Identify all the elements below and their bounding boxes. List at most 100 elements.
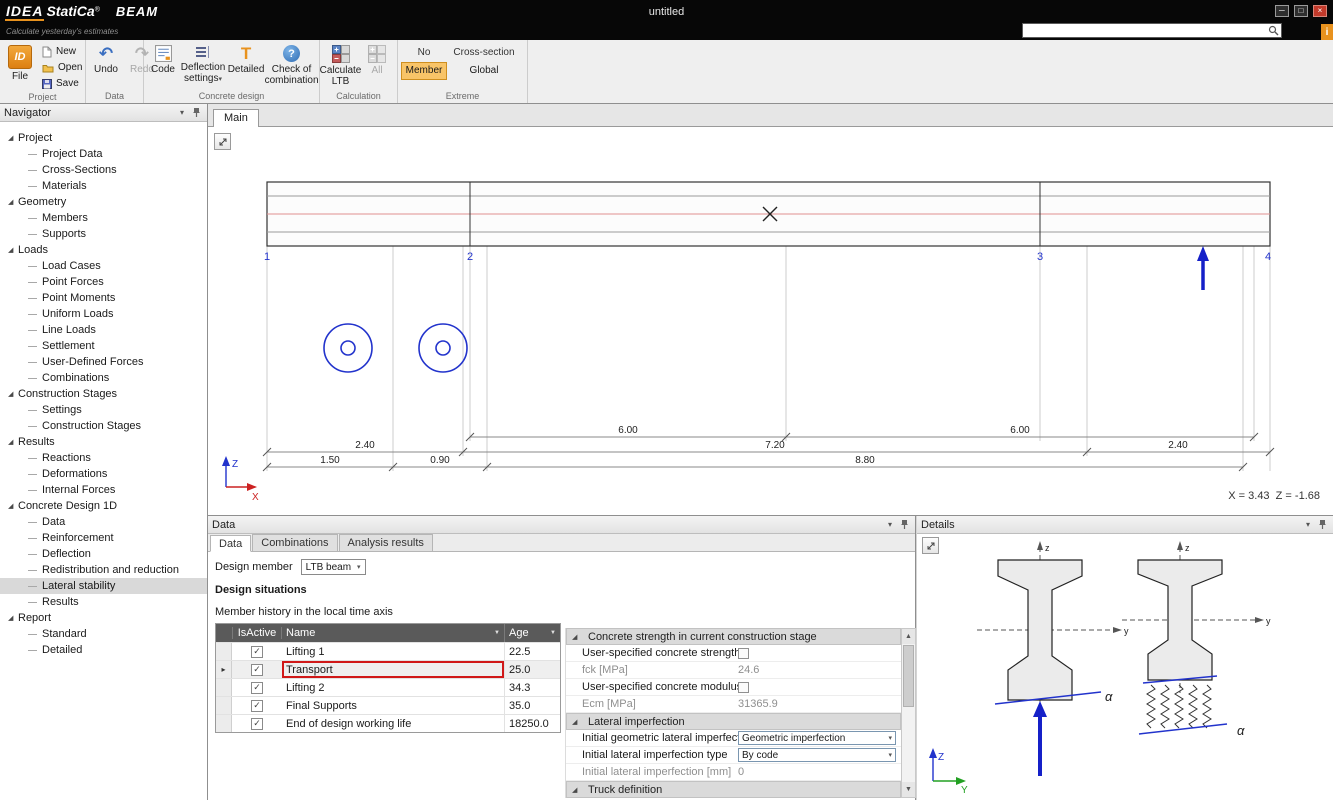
isactive-cell[interactable]: ✓ — [232, 718, 282, 730]
navigator-item-lateral-stability[interactable]: Lateral stability — [0, 578, 207, 594]
checkbox-checked[interactable]: ✓ — [251, 682, 263, 694]
navigator-item-detailed[interactable]: Detailed — [0, 642, 207, 658]
table-row[interactable]: ✓ Lifting 1 22.5 — [216, 642, 560, 660]
extreme-global-button[interactable]: Global — [451, 62, 517, 80]
tree-expand-icon[interactable]: ◢ — [8, 502, 18, 510]
name-cell-highlighted[interactable]: Transport — [282, 661, 504, 678]
row-selector[interactable] — [216, 643, 232, 660]
scrollbar-thumb[interactable] — [903, 645, 914, 707]
fit-view-button[interactable] — [214, 133, 231, 150]
section-expand-icon[interactable]: ◢ — [572, 786, 582, 794]
isactive-cell[interactable]: ✓ — [232, 664, 282, 676]
tab-data[interactable]: Data — [210, 535, 251, 552]
table-row-selected[interactable]: ▸ ✓ Transport 25.0 — [216, 660, 560, 678]
isactive-cell[interactable]: ✓ — [232, 682, 282, 694]
section-concrete-strength[interactable]: ◢Concrete strength in current constructi… — [566, 628, 901, 645]
navigator-section-concrete-design-1d[interactable]: ◢Concrete Design 1D — [0, 498, 207, 514]
navigator-item-user-defined-forces[interactable]: User-Defined Forces — [0, 354, 207, 370]
panel-menu-icon[interactable]: ▾ — [883, 518, 897, 532]
age-cell[interactable]: 34.3 — [504, 679, 560, 696]
geometric-imperfection-select[interactable]: Geometric imperfection▾ — [738, 731, 896, 745]
navigator-item-members[interactable]: Members — [0, 210, 207, 226]
info-button[interactable]: i — [1321, 24, 1333, 41]
col-isactive[interactable]: IsActive — [232, 627, 282, 639]
property-grid-scrollbar[interactable]: ▲ ▼ — [901, 628, 916, 798]
table-row[interactable]: ✓ End of design working life 18250.0 — [216, 714, 560, 732]
search-input[interactable] — [1023, 24, 1266, 37]
isactive-cell[interactable]: ✓ — [232, 700, 282, 712]
code-button[interactable]: Code — [147, 43, 179, 77]
age-cell[interactable]: 25.0 — [504, 661, 560, 678]
table-row[interactable]: ✓ Final Supports 35.0 — [216, 696, 560, 714]
tree-expand-icon[interactable]: ◢ — [8, 134, 18, 142]
navigator-section-construction-stages[interactable]: ◢Construction Stages — [0, 386, 207, 402]
beam-elevation-canvas[interactable]: 1 2 3 4 6.00 6.00 — [208, 127, 1333, 516]
tree-expand-icon[interactable]: ◢ — [8, 438, 18, 446]
section-expand-icon[interactable]: ◢ — [572, 718, 582, 726]
pin-icon[interactable] — [189, 106, 203, 120]
tab-combinations[interactable]: Combinations — [252, 534, 337, 551]
filter-icon[interactable]: ▼ — [550, 630, 556, 636]
checkbox-checked[interactable]: ✓ — [251, 700, 263, 712]
calculate-ltb-button[interactable]: Calculate LTB — [323, 43, 358, 89]
section-expand-icon[interactable]: ◢ — [572, 633, 582, 641]
navigator-item-materials[interactable]: Materials — [0, 178, 207, 194]
navigator-item-construction-stages[interactable]: Construction Stages — [0, 418, 207, 434]
pin-icon[interactable] — [897, 518, 911, 532]
navigator-item-reactions[interactable]: Reactions — [0, 450, 207, 466]
new-button[interactable]: New — [39, 44, 85, 59]
navigator-item-point-moments[interactable]: Point Moments — [0, 290, 207, 306]
navigator-section-results[interactable]: ◢Results — [0, 434, 207, 450]
table-row[interactable]: ✓ Lifting 2 34.3 — [216, 678, 560, 696]
pin-icon[interactable] — [1315, 518, 1329, 532]
checkbox-checked[interactable]: ✓ — [251, 646, 263, 658]
name-cell[interactable]: Lifting 1 — [282, 643, 504, 660]
navigator-item-data[interactable]: Data — [0, 514, 207, 530]
beam-outline[interactable] — [267, 182, 1270, 246]
undo-button[interactable]: ↶ Undo — [89, 43, 123, 77]
navigator-item-deflection[interactable]: Deflection — [0, 546, 207, 562]
save-button[interactable]: Save — [39, 76, 85, 91]
row-selector-current[interactable]: ▸ — [216, 661, 232, 678]
tree-expand-icon[interactable]: ◢ — [8, 614, 18, 622]
navigator-section-report[interactable]: ◢Report — [0, 610, 207, 626]
design-member-select[interactable]: LTB beam ▾ — [301, 559, 366, 575]
scroll-up-button[interactable]: ▲ — [902, 629, 915, 644]
col-name[interactable]: Name ▼ — [282, 624, 504, 642]
checkbox-unchecked[interactable] — [738, 648, 749, 659]
extreme-member-button[interactable]: Member — [401, 62, 447, 80]
calculate-all-button[interactable]: All — [360, 43, 394, 78]
scroll-down-button[interactable]: ▼ — [902, 782, 915, 797]
navigator-item-results[interactable]: Results — [0, 594, 207, 610]
navigator-item-uniform-loads[interactable]: Uniform Loads — [0, 306, 207, 322]
panel-menu-icon[interactable]: ▾ — [175, 106, 189, 120]
section-truck-definition[interactable]: ◢Truck definition — [566, 781, 901, 798]
row-selector[interactable] — [216, 715, 232, 732]
checkbox-checked[interactable]: ✓ — [251, 718, 263, 730]
panel-menu-icon[interactable]: ▾ — [1301, 518, 1315, 532]
minimize-button[interactable]: ─ — [1275, 5, 1289, 17]
detailed-button[interactable]: T Detailed — [227, 43, 265, 77]
age-cell[interactable]: 35.0 — [504, 697, 560, 714]
navigator-item-load-cases[interactable]: Load Cases — [0, 258, 207, 274]
filter-icon[interactable]: ▼ — [494, 630, 500, 636]
fit-view-button[interactable] — [922, 537, 939, 554]
tree-expand-icon[interactable]: ◢ — [8, 198, 18, 206]
navigator-item-standard[interactable]: Standard — [0, 626, 207, 642]
navigator-section-geometry[interactable]: ◢Geometry — [0, 194, 207, 210]
checkbox-checked[interactable]: ✓ — [251, 664, 263, 676]
file-button[interactable]: ID File — [3, 43, 37, 84]
tree-expand-icon[interactable]: ◢ — [8, 390, 18, 398]
imperfection-type-select[interactable]: By code▾ — [738, 748, 896, 762]
navigator-section-loads[interactable]: ◢Loads — [0, 242, 207, 258]
navigator-item-reinforcement[interactable]: Reinforcement — [0, 530, 207, 546]
navigator-section-project[interactable]: ◢Project — [0, 130, 207, 146]
deflection-settings-button[interactable]: Deflection settings▾ — [181, 43, 225, 86]
name-cell[interactable]: Lifting 2 — [282, 679, 504, 696]
navigator-item-line-loads[interactable]: Line Loads — [0, 322, 207, 338]
navigator-item-internal-forces[interactable]: Internal Forces — [0, 482, 207, 498]
close-button[interactable]: × — [1313, 5, 1327, 17]
name-cell[interactable]: End of design working life — [282, 715, 504, 732]
age-cell[interactable]: 22.5 — [504, 643, 560, 660]
tree-expand-icon[interactable]: ◢ — [8, 246, 18, 254]
